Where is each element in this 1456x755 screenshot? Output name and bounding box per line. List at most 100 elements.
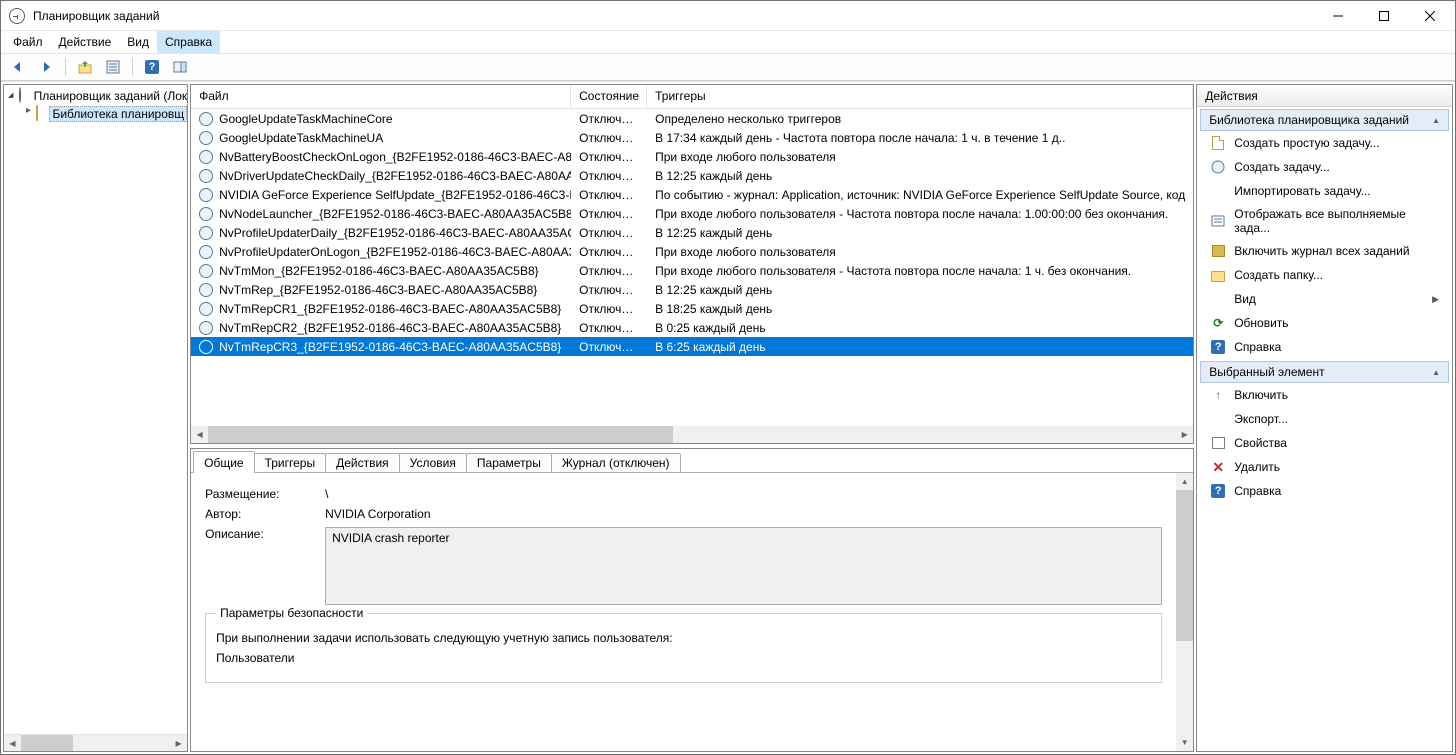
properties-button[interactable] (102, 56, 124, 78)
column-header-name[interactable]: Файл (191, 85, 571, 108)
task-row[interactable]: NvTmRep_{B2FE1952-0186-46C3-BAEC-A80AA35… (191, 280, 1193, 299)
tab-conditions[interactable]: Условия (399, 453, 467, 473)
chevron-right-icon: ▶ (1432, 294, 1439, 305)
scroll-thumb[interactable] (21, 735, 73, 752)
column-header-state[interactable]: Состояние (571, 85, 647, 108)
task-name: GoogleUpdateTaskMachineUA (219, 131, 383, 145)
task-name: NVIDIA GeForce Experience SelfUpdate_{B2… (219, 188, 571, 202)
help-button[interactable]: ? (141, 56, 163, 78)
scroll-up-icon[interactable]: ▲ (1176, 473, 1193, 490)
menu-view[interactable]: Вид (119, 31, 157, 53)
task-name: GoogleUpdateTaskMachineCore (219, 112, 392, 126)
document-icon (1210, 135, 1226, 151)
task-triggers: В 12:25 каждый день (647, 169, 1193, 183)
tree-root[interactable]: Планировщик заданий (Лок (4, 87, 187, 105)
tree-expand-icon[interactable] (26, 109, 32, 119)
task-icon (199, 321, 213, 335)
task-icon (199, 283, 213, 297)
navigation-tree[interactable]: Планировщик заданий (Лок Библиотека план… (4, 85, 187, 734)
task-row[interactable]: NvNodeLauncher_{B2FE1952-0186-46C3-BAEC-… (191, 204, 1193, 223)
properties-icon (1210, 435, 1226, 451)
column-header-triggers[interactable]: Триггеры (647, 85, 1193, 108)
action-show-running[interactable]: Отображать все выполняемые зада... (1200, 203, 1449, 239)
action-delete[interactable]: ✕ Удалить (1200, 455, 1449, 479)
up-folder-button[interactable] (74, 56, 96, 78)
action-help[interactable]: ? Справка (1200, 335, 1449, 359)
task-triggers: В 0:25 каждый день (647, 321, 1193, 335)
task-icon (199, 207, 213, 221)
action-enable-history[interactable]: Включить журнал всех заданий (1200, 239, 1449, 263)
scroll-down-icon[interactable]: ▼ (1176, 734, 1193, 751)
label-description: Описание: (205, 527, 325, 541)
task-row[interactable]: NvProfileUpdaterDaily_{B2FE1952-0186-46C… (191, 223, 1193, 242)
scroll-left-icon[interactable]: ◀ (4, 735, 21, 752)
tab-general[interactable]: Общие (193, 451, 254, 473)
task-triggers: В 18:25 каждый день (647, 302, 1193, 316)
task-row[interactable]: NVIDIA GeForce Experience SelfUpdate_{B2… (191, 185, 1193, 204)
tree-expand-icon[interactable] (8, 91, 15, 101)
tree-hscrollbar[interactable]: ◀ ▶ (4, 734, 187, 751)
scroll-right-icon[interactable]: ▶ (1176, 426, 1193, 443)
action-new-folder[interactable]: Создать папку... (1200, 263, 1449, 287)
scroll-thumb[interactable] (1176, 490, 1193, 641)
action-create-task[interactable]: Создать задачу... (1200, 155, 1449, 179)
task-triggers: По событию - журнал: Application, источн… (647, 188, 1193, 202)
task-row[interactable]: NvProfileUpdaterOnLogon_{B2FE1952-0186-4… (191, 242, 1193, 261)
help-icon: ? (1210, 483, 1226, 499)
menu-file[interactable]: Файл (5, 31, 51, 53)
label-author: Автор: (205, 507, 325, 521)
tab-actions[interactable]: Действия (325, 453, 400, 473)
action-refresh[interactable]: ⟳ Обновить (1200, 311, 1449, 335)
window-title: Планировщик заданий (31, 9, 159, 23)
details-vscrollbar[interactable]: ▲ ▼ (1176, 473, 1193, 751)
task-triggers: При входе любого пользователя (647, 150, 1193, 164)
task-triggers: При входе любого пользователя (647, 245, 1193, 259)
task-row[interactable]: GoogleUpdateTaskMachineUAОтключеноВ 17:3… (191, 128, 1193, 147)
scroll-right-icon[interactable]: ▶ (170, 735, 187, 752)
action-enable[interactable]: ↑ Включить (1200, 383, 1449, 407)
scroll-left-icon[interactable]: ◀ (191, 426, 208, 443)
task-row[interactable]: NvTmRepCR2_{B2FE1952-0186-46C3-BAEC-A80A… (191, 318, 1193, 337)
task-row[interactable]: NvTmMon_{B2FE1952-0186-46C3-BAEC-A80AA35… (191, 261, 1193, 280)
tab-triggers[interactable]: Триггеры (254, 453, 327, 473)
show-actions-button[interactable] (169, 56, 191, 78)
close-button[interactable] (1407, 1, 1453, 30)
task-row[interactable]: NvTmRepCR1_{B2FE1952-0186-46C3-BAEC-A80A… (191, 299, 1193, 318)
task-name: NvProfileUpdaterOnLogon_{B2FE1952-0186-4… (219, 245, 571, 259)
action-create-basic-task[interactable]: Создать простую задачу... (1200, 131, 1449, 155)
task-state: Отключено (571, 264, 647, 278)
action-help-2[interactable]: ? Справка (1200, 479, 1449, 503)
action-import-task[interactable]: Импортировать задачу... (1200, 179, 1449, 203)
actions-section-library[interactable]: Библиотека планировщика заданий ▲ (1200, 109, 1449, 131)
task-state: Отключено (571, 302, 647, 316)
task-row[interactable]: NvTmRepCR3_{B2FE1952-0186-46C3-BAEC-A80A… (191, 337, 1193, 356)
scroll-thumb[interactable] (208, 426, 673, 443)
task-state: Отключено (571, 112, 647, 126)
forward-button[interactable] (35, 56, 57, 78)
task-name: NvProfileUpdaterDaily_{B2FE1952-0186-46C… (219, 226, 571, 240)
task-list-hscrollbar[interactable]: ◀ ▶ (191, 426, 1193, 443)
refresh-icon: ⟳ (1210, 315, 1226, 331)
task-state: Отключено (571, 131, 647, 145)
task-icon (199, 188, 213, 202)
task-name: NvNodeLauncher_{B2FE1952-0186-46C3-BAEC-… (219, 207, 571, 221)
tree-root-label: Планировщик заданий (Лок (34, 89, 188, 103)
task-row[interactable]: GoogleUpdateTaskMachineCoreОтключеноОпре… (191, 109, 1193, 128)
action-export[interactable]: Экспорт... (1200, 407, 1449, 431)
minimize-button[interactable] (1315, 1, 1361, 30)
tree-child-library[interactable]: Библиотека планировщ (4, 105, 187, 123)
maximize-button[interactable] (1361, 1, 1407, 30)
action-properties[interactable]: Свойства (1200, 431, 1449, 455)
action-view-submenu[interactable]: Вид ▶ (1200, 287, 1449, 311)
delete-icon: ✕ (1210, 459, 1226, 475)
task-state: Отключено (571, 340, 647, 354)
menu-help[interactable]: Справка (157, 31, 220, 53)
task-row[interactable]: NvDriverUpdateCheckDaily_{B2FE1952-0186-… (191, 166, 1193, 185)
tab-settings[interactable]: Параметры (466, 453, 552, 473)
actions-section-selected[interactable]: Выбранный элемент ▲ (1200, 361, 1449, 383)
menu-action[interactable]: Действие (51, 31, 120, 53)
task-row[interactable]: NvBatteryBoostCheckOnLogon_{B2FE1952-018… (191, 147, 1193, 166)
back-button[interactable] (7, 56, 29, 78)
tab-history[interactable]: Журнал (отключен) (551, 453, 681, 473)
value-description: NVIDIA crash reporter (325, 527, 1162, 605)
